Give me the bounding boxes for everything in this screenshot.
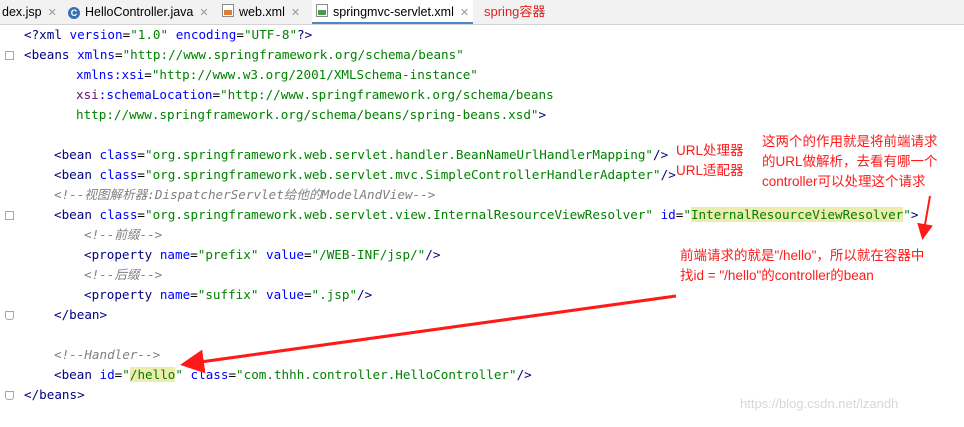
- arrow-down-icon: [917, 195, 933, 240]
- arrow-to-hello-icon: [180, 294, 677, 374]
- watermark: https://blog.csdn.net/lzandh: [740, 396, 899, 411]
- annotation-arrows: [180, 195, 933, 374]
